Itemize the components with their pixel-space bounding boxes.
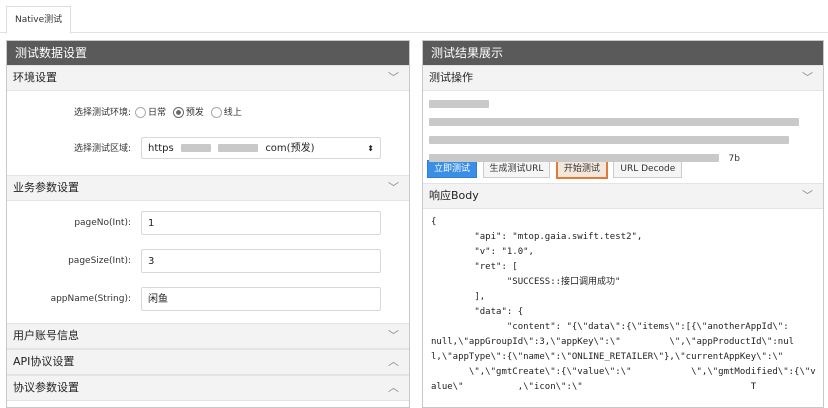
redacted-text <box>429 136 789 144</box>
json-line: ], <box>431 292 486 302</box>
response-body-text: { "api": "mtop.gaia.swift.test2", "v": "… <box>423 209 823 401</box>
section-user-account[interactable]: 用户账号信息 ﹀ <box>7 323 409 349</box>
chevron-up-icon[interactable]: ︿ <box>388 376 399 400</box>
tab-native-test[interactable]: Native测试 <box>6 6 72 34</box>
json-line: "v": "1.0", <box>431 247 534 257</box>
panel-title: 测试结果展示 <box>423 41 823 65</box>
page-size-input[interactable]: 3 <box>141 249 381 273</box>
field-label: appName(String): <box>50 294 131 304</box>
section-label: 环境设置 <box>13 71 57 84</box>
field-row: pageSize(Int): 3 <box>7 243 409 281</box>
field-row: pageNo(Int): 1 <box>7 205 409 243</box>
env-radio-group: 日常 预发 线上 <box>131 95 242 131</box>
json-line: "ret": [ <box>431 262 518 272</box>
region-row: 选择测试区域: https com(预发) ⬍ <box>7 131 409 171</box>
redacted-text <box>429 118 799 126</box>
section-protocol-params[interactable]: 协议参数设置 ︿ <box>7 375 409 401</box>
select-arrow-icon: ⬍ <box>367 144 374 153</box>
chevron-down-icon[interactable]: ﹀ <box>388 176 399 200</box>
json-line: \",\"gmtCreate\":{\"value\":\" \",\"gmtM… <box>431 367 816 377</box>
chevron-down-icon[interactable]: ﹀ <box>802 184 813 208</box>
chevron-up-icon[interactable]: ︿ <box>388 350 399 374</box>
radio-online-label: 线上 <box>223 108 242 118</box>
json-line: alue\" ,\"icon\":\" T <box>431 382 757 392</box>
chevron-down-icon[interactable]: ﹀ <box>802 66 813 90</box>
json-line: null,\"appGroupId\":3,\"appKey\":\" \",\… <box>431 337 795 347</box>
tab-bar: Native测试 <box>0 0 828 34</box>
redacted-text <box>429 100 489 108</box>
panel-title: 测试数据设置 <box>7 41 409 65</box>
json-line: "data": { <box>431 307 524 317</box>
redacted-text <box>429 154 719 162</box>
region-prefix: https <box>148 143 174 154</box>
region-select[interactable]: https com(预发) ⬍ <box>141 137 381 159</box>
json-line: "content": "{\"data\":{\"items\":[{\"ano… <box>431 322 789 332</box>
field-label: pageNo(Int): <box>74 218 131 228</box>
radio-daily[interactable] <box>135 107 146 118</box>
radio-online[interactable] <box>210 107 222 118</box>
radio-daily-label: 日常 <box>148 108 167 118</box>
env-label: 选择测试环境: <box>73 108 131 118</box>
radio-pre-label: 预发 <box>185 108 204 118</box>
field-label: pageSize(Int): <box>68 256 131 266</box>
section-api-protocol[interactable]: API协议设置 ︿ <box>7 349 409 375</box>
chevron-down-icon[interactable]: ﹀ <box>388 324 399 348</box>
redacted-text <box>180 144 211 152</box>
region-label: 选择测试区域: <box>73 144 131 154</box>
section-label: 协议参数设置 <box>13 381 79 394</box>
url-tail-text: 7b <box>728 154 740 164</box>
app-name-input[interactable]: 闲鱼 <box>141 287 381 311</box>
section-env-settings[interactable]: 环境设置 ﹀ <box>7 65 409 91</box>
page-no-input[interactable]: 1 <box>141 211 381 235</box>
test-url-box[interactable]: 7b <box>423 91 823 164</box>
section-response-body[interactable]: 响应Body ﹀ <box>423 183 823 209</box>
env-row: 选择测试环境: 日常 预发 线上 <box>7 95 409 131</box>
region-suffix: com(预发) <box>265 143 315 154</box>
redacted-text <box>218 144 259 152</box>
test-data-settings-panel: 测试数据设置 环境设置 ﹀ 选择测试环境: 日常 预发 线上 选择测试区域: h… <box>6 40 410 408</box>
test-result-panel: 测试结果展示 测试操作 ﹀ 7b 立即测试 生成测试URL 开始测试 URL D… <box>422 40 824 408</box>
section-label: API协议设置 <box>13 355 75 368</box>
section-label: 用户账号信息 <box>13 329 79 342</box>
json-line: { <box>431 217 437 227</box>
chevron-down-icon[interactable]: ﹀ <box>388 66 399 90</box>
field-row: appName(String): 闲鱼 <box>7 281 409 319</box>
section-test-operation[interactable]: 测试操作 ﹀ <box>423 65 823 91</box>
section-biz-params[interactable]: 业务参数设置 ﹀ <box>7 175 409 201</box>
json-line: "api": "mtop.gaia.swift.test2", <box>431 232 643 242</box>
section-label: 业务参数设置 <box>13 181 79 194</box>
json-line: l,\"appType\":{\"name\":\"ONLINE_RETAILE… <box>431 352 784 362</box>
radio-pre[interactable] <box>172 107 184 118</box>
section-label: 响应Body <box>429 189 479 202</box>
section-label: 测试操作 <box>429 71 473 84</box>
json-line: "SUCCESS::接口调用成功" <box>431 277 621 287</box>
